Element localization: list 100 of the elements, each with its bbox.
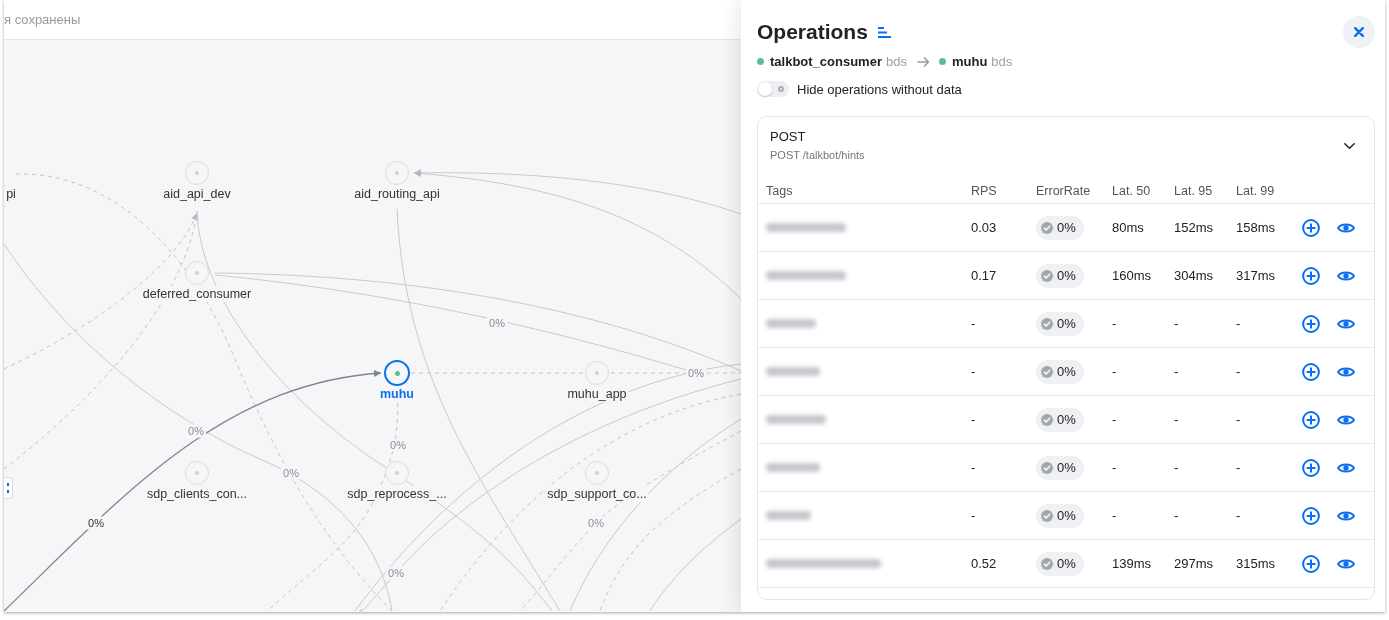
- plus-circle-icon: [1302, 458, 1320, 477]
- view-button[interactable]: [1337, 317, 1355, 330]
- eye-icon: [1337, 269, 1355, 282]
- table-cell: -: [1236, 316, 1241, 331]
- edge-label: 0%: [281, 466, 301, 480]
- table-cell: 152ms: [1174, 220, 1214, 235]
- panel-title: Operations: [757, 19, 868, 45]
- toggle-label: Hide operations without data: [797, 81, 962, 97]
- close-button[interactable]: [1343, 16, 1375, 48]
- operation-path: POST /talkbot/hints: [770, 148, 865, 162]
- add-button[interactable]: [1302, 362, 1320, 381]
- sort-icon[interactable]: [877, 26, 891, 38]
- table-cell: 160ms: [1112, 268, 1152, 283]
- error-rate-value: 0%: [1057, 316, 1076, 331]
- check-circle-icon: [1041, 221, 1053, 234]
- node-label: muhu_app: [565, 386, 629, 402]
- add-button[interactable]: [1302, 554, 1320, 573]
- service-name: talkbot_consumer: [770, 54, 882, 69]
- table-cell: -: [1112, 508, 1117, 523]
- plus-circle-icon: [1302, 266, 1320, 285]
- table-cell: 80ms: [1112, 220, 1144, 235]
- view-button[interactable]: [1337, 557, 1355, 570]
- node-label: aid_routing_api: [352, 186, 442, 202]
- table-cell: -: [1236, 508, 1241, 523]
- table-cell: -: [1236, 460, 1241, 475]
- view-button[interactable]: [1337, 413, 1355, 426]
- error-rate-value: 0%: [1057, 508, 1076, 523]
- table-cell: -: [971, 364, 976, 379]
- node-icon[interactable]: [384, 360, 410, 386]
- edge-label: 0%: [86, 516, 106, 530]
- edge-label: 0%: [388, 438, 408, 452]
- column-header: Tags: [766, 183, 793, 198]
- view-button[interactable]: [1337, 365, 1355, 378]
- edge-label: 0%: [586, 516, 606, 530]
- eye-icon: [1337, 413, 1355, 426]
- toggle-switch[interactable]: [757, 81, 789, 97]
- eye-icon: [1337, 365, 1355, 378]
- error-rate-value: 0%: [1057, 556, 1076, 571]
- redacted-tag: [766, 319, 816, 328]
- table-cell: -: [1174, 316, 1179, 331]
- column-header: Lat. 99: [1236, 183, 1275, 198]
- table-cell: -: [1236, 364, 1241, 379]
- add-button[interactable]: [1302, 314, 1320, 333]
- add-button[interactable]: [1302, 458, 1320, 477]
- add-button[interactable]: [1302, 410, 1320, 429]
- node-label: pi: [4, 186, 18, 202]
- table-cell: 315ms: [1236, 556, 1276, 571]
- table-cell: 0.52: [971, 556, 997, 571]
- plus-circle-icon: [1302, 506, 1320, 525]
- table-cell: -: [1174, 508, 1179, 523]
- table-cell: -: [1112, 364, 1117, 379]
- view-button[interactable]: [1337, 269, 1355, 282]
- table-cell: -: [1112, 460, 1117, 475]
- eye-icon: [1337, 221, 1355, 234]
- eye-icon: [1337, 461, 1355, 474]
- table-cell: -: [1112, 316, 1117, 331]
- eye-icon: [1337, 317, 1355, 330]
- plus-circle-icon: [1302, 362, 1320, 381]
- table-cell: -: [1112, 412, 1117, 427]
- check-circle-icon: [1041, 413, 1053, 426]
- table-cell: -: [971, 460, 976, 475]
- table-cell: 139ms: [1112, 556, 1152, 571]
- plus-circle-icon: [1302, 554, 1320, 573]
- plus-circle-icon: [1302, 410, 1320, 429]
- operation-method: POST: [770, 129, 806, 145]
- add-button[interactable]: [1302, 218, 1320, 237]
- view-button[interactable]: [1337, 509, 1355, 522]
- edge-label: 0%: [686, 366, 706, 380]
- error-rate-value: 0%: [1057, 364, 1076, 379]
- plus-circle-icon: [1302, 314, 1320, 333]
- expand-button[interactable]: [1344, 142, 1355, 149]
- table-cell: 158ms: [1236, 220, 1276, 235]
- column-header: RPS: [971, 183, 997, 198]
- table-cell: 297ms: [1174, 556, 1214, 571]
- view-button[interactable]: [1337, 461, 1355, 474]
- side-handle-button[interactable]: [4, 477, 13, 499]
- node-label: deferred_consumer: [140, 286, 254, 302]
- namespace-text: bds: [886, 54, 907, 69]
- redacted-tag: [766, 367, 820, 376]
- table-cell: -: [1174, 364, 1179, 379]
- service-name: muhu: [951, 54, 988, 69]
- column-header: Lat. 95: [1174, 183, 1213, 198]
- column-header: ErrorRate: [1036, 183, 1091, 198]
- add-button[interactable]: [1302, 266, 1320, 285]
- redacted-tag: [766, 463, 820, 472]
- check-circle-icon: [1041, 317, 1053, 330]
- view-button[interactable]: [1337, 221, 1355, 234]
- table-cell: 304ms: [1174, 268, 1214, 283]
- table-cell: -: [971, 316, 976, 331]
- check-circle-icon: [1041, 461, 1053, 474]
- close-icon: [1354, 27, 1364, 37]
- check-circle-icon: [1041, 269, 1053, 282]
- table-cell: -: [1174, 412, 1179, 427]
- edge-label: 0%: [386, 566, 406, 580]
- node-label: muhu: [378, 386, 416, 402]
- table-cell: 0.17: [971, 268, 997, 283]
- node-label: sdp_reprocess_...: [345, 486, 449, 502]
- check-circle-icon: [1041, 365, 1053, 378]
- add-button[interactable]: [1302, 506, 1320, 525]
- eye-icon: [1337, 509, 1355, 522]
